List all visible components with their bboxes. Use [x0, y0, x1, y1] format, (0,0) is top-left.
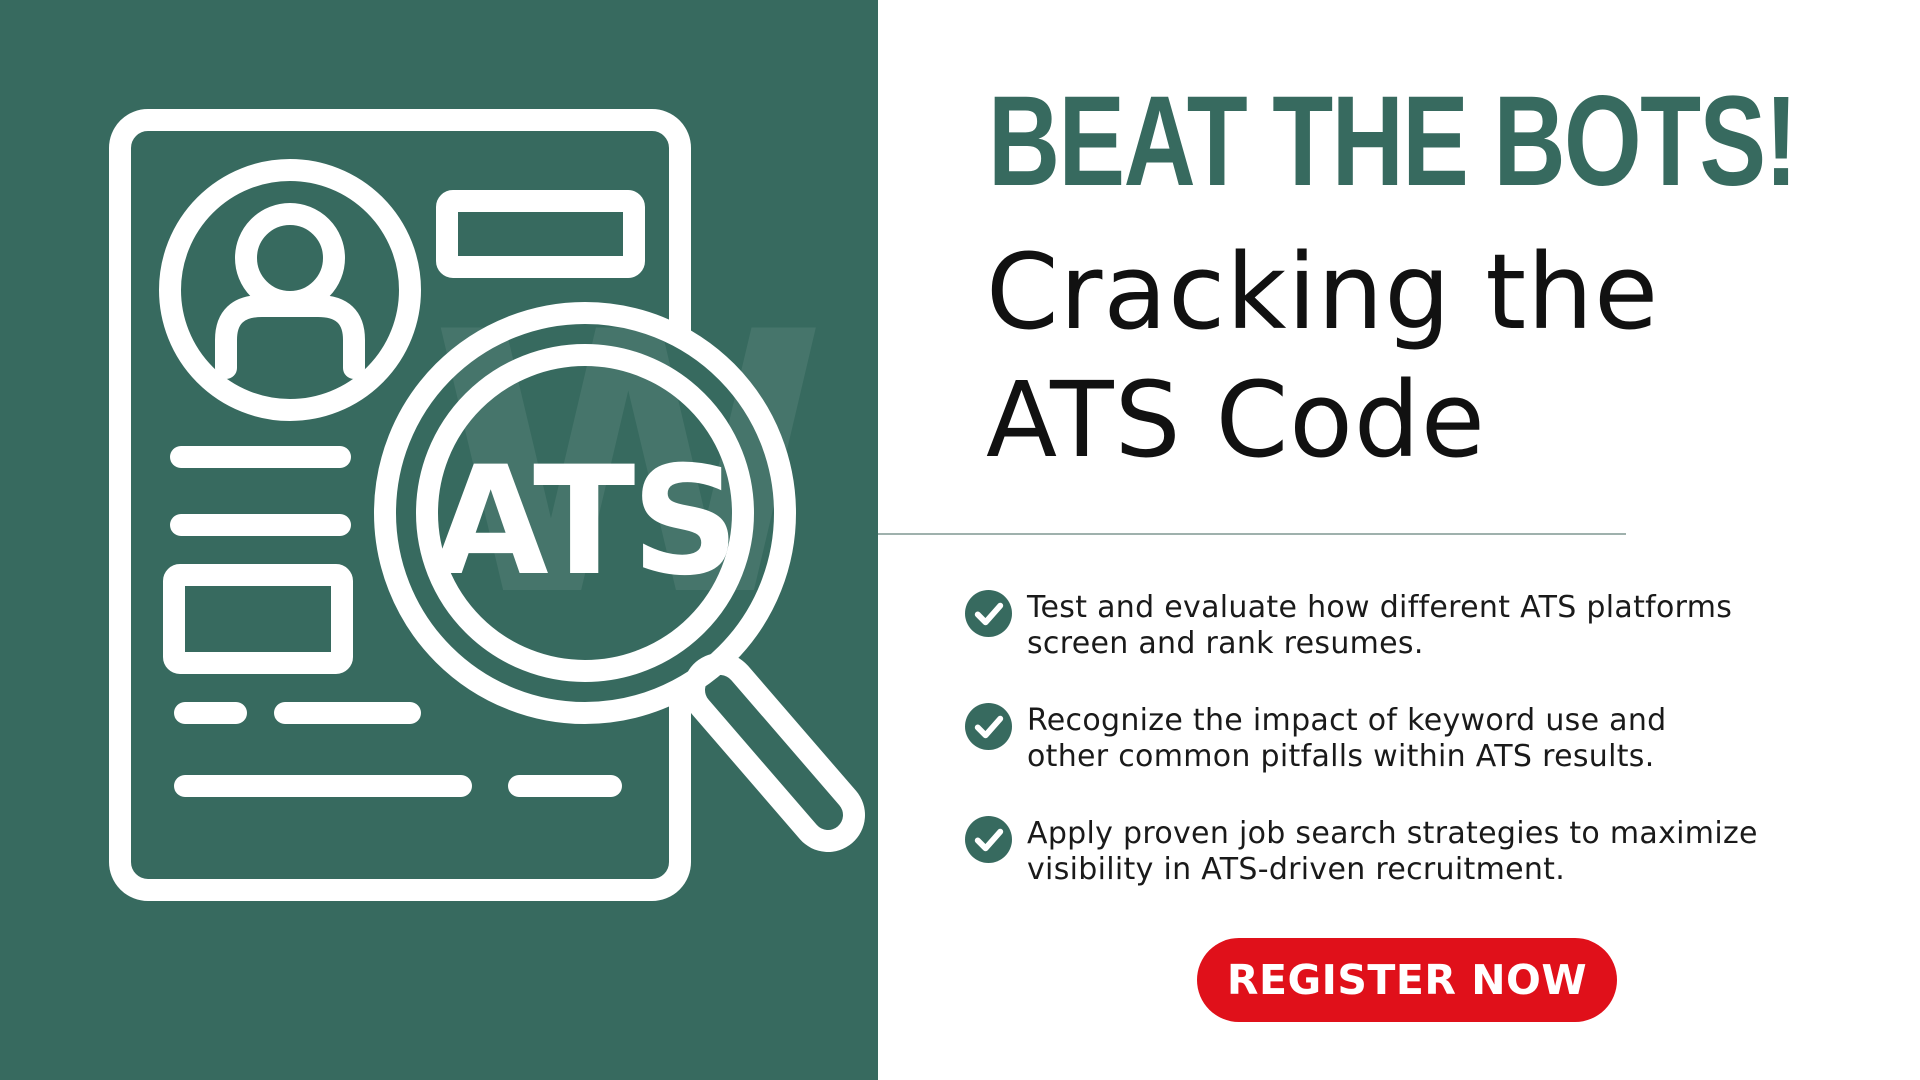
benefit-text-line: screen and rank resumes. — [1027, 626, 1424, 661]
benefit-item: Apply proven job search strategies to ma… — [965, 816, 1865, 888]
resume-magnifier-icon: W ATS — [109, 109, 865, 901]
headline: BEAT THE BOTS! — [988, 70, 1798, 213]
check-circle-icon — [965, 590, 1012, 637]
illustration-panel: W ATS — [0, 0, 878, 1080]
register-now-button[interactable]: REGISTER NOW — [1197, 938, 1617, 1022]
benefit-text-line: other common pitfalls within ATS results… — [1027, 739, 1655, 774]
subtitle-line-1: Cracking the — [986, 231, 1660, 353]
divider — [878, 533, 1626, 535]
content-box — [163, 564, 353, 674]
ats-badge-text: ATS — [433, 435, 736, 609]
benefit-text-line: Test and evaluate how different ATS plat… — [1027, 590, 1733, 625]
check-circle-icon — [965, 816, 1012, 863]
check-circle-icon — [965, 703, 1012, 750]
promo-banner: W ATS BEAT THE BOTS! Cracking the ATS Co… — [0, 0, 1920, 1080]
subtitle: Cracking the ATS Code — [986, 228, 1766, 484]
benefit-text-line: Apply proven job search strategies to ma… — [1027, 816, 1758, 851]
person-shoulders — [215, 295, 365, 379]
benefit-item: Test and evaluate how different ATS plat… — [965, 590, 1865, 662]
benefit-text-line: Recognize the impact of keyword use and — [1027, 703, 1667, 738]
benefits-list: Test and evaluate how different ATS plat… — [965, 590, 1865, 929]
subtitle-line-2: ATS Code — [986, 359, 1486, 481]
benefit-item: Recognize the impact of keyword use and … — [965, 703, 1865, 775]
benefit-text-line: visibility in ATS-driven recruitment. — [1027, 852, 1566, 887]
person-head — [235, 203, 345, 313]
